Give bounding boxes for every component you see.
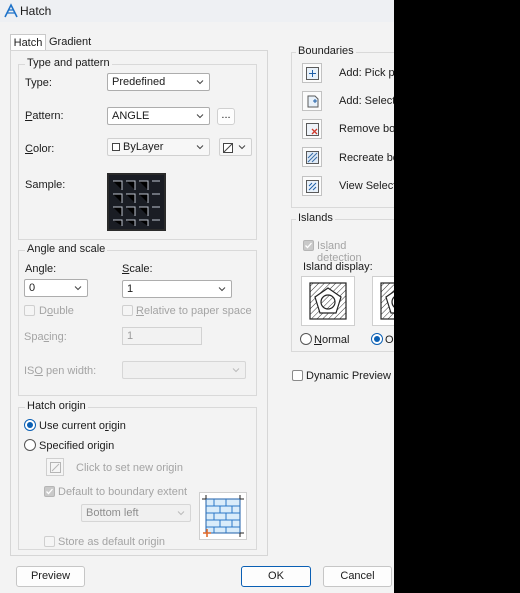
default-boundary-extent-label: Default to boundary extent (58, 486, 188, 498)
recreate-boundary-label: Recreate bou (339, 152, 394, 164)
hatch-app-icon (3, 3, 19, 19)
pick-points-icon (306, 67, 319, 83)
group-title: Hatch origin (25, 400, 88, 412)
group-title: Islands (296, 212, 335, 224)
chevron-down-icon (74, 284, 82, 292)
store-default-origin-label: Store as default origin (58, 536, 166, 548)
dynamic-preview-checkbox[interactable] (292, 370, 303, 381)
island-outer-radio[interactable] (371, 333, 383, 345)
chevron-down-icon (196, 78, 204, 86)
cancel-button[interactable]: Cancel (323, 566, 392, 587)
scale-value: 1 (127, 283, 134, 295)
sample-label: Sample: (25, 179, 66, 191)
select-objects-icon (306, 95, 319, 111)
island-normal-radio[interactable] (300, 333, 312, 345)
no-fill-icon (223, 142, 233, 158)
set-origin-button[interactable] (46, 458, 64, 476)
island-display-label: Island display: (303, 261, 373, 273)
specified-origin-radio[interactable] (24, 439, 36, 451)
preview-button[interactable]: Preview (16, 566, 85, 587)
hatch-tab-panel: Type and pattern Type: Predefined Patter… (10, 50, 268, 556)
use-current-origin-label: Use current origin (39, 420, 126, 432)
color-swatch-icon (112, 143, 120, 151)
scale-dropdown[interactable]: 1 (122, 280, 232, 298)
island-normal-thumbnail[interactable] (301, 276, 355, 326)
browse-pattern-button[interactable]: ... (217, 108, 235, 125)
store-default-origin-checkbox[interactable] (44, 536, 55, 547)
ok-button[interactable]: OK (241, 566, 311, 587)
background-color-dropdown[interactable] (219, 138, 252, 156)
iso-pen-width-dropdown[interactable] (122, 361, 246, 379)
pattern-value: ANGLE (112, 110, 150, 122)
use-current-origin-radio[interactable] (24, 419, 36, 431)
title-bar: Hatch (0, 0, 394, 22)
add-select-objects-label: Add: Select o (339, 95, 394, 107)
origin-position-dropdown[interactable]: Bottom left (81, 504, 191, 522)
color-label: Color: (25, 143, 55, 155)
angle-label: Angle: (25, 263, 57, 275)
chevron-down-icon (232, 366, 240, 374)
remove-boundaries-label: Remove bou (339, 123, 394, 135)
view-selections-button[interactable] (302, 176, 322, 196)
recreate-boundary-button[interactable] (302, 147, 322, 167)
iso-pen-width-label: ISO pen width: (24, 365, 97, 377)
group-title: Boundaries (296, 45, 356, 57)
relative-paper-space-checkbox[interactable] (122, 305, 133, 316)
island-normal-label: Normal (314, 334, 350, 346)
origin-preview-image (199, 492, 247, 540)
group-title: Type and pattern (25, 57, 112, 69)
chevron-down-icon (177, 509, 185, 517)
pattern-label: Pattern: (25, 110, 64, 122)
add-select-objects-button[interactable] (302, 91, 322, 111)
pattern-sample-swatch[interactable] (107, 173, 166, 231)
double-label: Double (39, 305, 74, 317)
pattern-dropdown[interactable]: ANGLE (107, 107, 210, 125)
chevron-down-icon (238, 143, 246, 151)
angle-dropdown[interactable]: 0 (24, 279, 88, 297)
recreate-boundary-icon (306, 151, 319, 167)
scale-label: Scale: (122, 263, 153, 275)
type-dropdown[interactable]: Predefined (107, 73, 210, 91)
window-title: Hatch (20, 4, 52, 18)
add-pick-points-label: Add: Pick po (339, 67, 394, 79)
click-set-origin-label: Click to set new origin (76, 462, 183, 474)
chevron-down-icon (196, 143, 204, 151)
color-value: ByLayer (123, 141, 164, 153)
remove-boundaries-button[interactable] (302, 119, 322, 139)
set-origin-icon (50, 462, 61, 476)
default-boundary-extent-checkbox[interactable] (44, 486, 55, 497)
view-selections-label: View Selectio (339, 180, 394, 192)
type-value: Predefined (112, 76, 166, 88)
chevron-down-icon (196, 112, 204, 120)
spacing-label: Spacing: (24, 331, 67, 343)
remove-boundaries-icon (306, 123, 319, 139)
spacing-input[interactable]: 1 (122, 327, 202, 345)
island-detection-checkbox[interactable] (303, 240, 314, 251)
origin-position-value: Bottom left (86, 507, 139, 519)
island-outer-thumbnail[interactable] (372, 276, 394, 326)
type-label: Type: (25, 77, 52, 89)
specified-origin-label: Specified origin (39, 440, 115, 452)
tab-gradient[interactable]: Gradient (49, 34, 91, 50)
hatch-dialog: Hatch Hatch Gradient Type and pattern Ty… (0, 0, 394, 593)
angle-value: 0 (29, 282, 36, 294)
spacing-value: 1 (127, 330, 134, 342)
double-checkbox[interactable] (24, 305, 35, 316)
view-selections-icon (306, 180, 319, 196)
group-title: Angle and scale (25, 243, 108, 255)
dynamic-preview-label: Dynamic Preview (306, 370, 391, 382)
add-pick-points-button[interactable] (302, 63, 322, 83)
island-outer-label: Ou (385, 334, 394, 346)
color-dropdown[interactable]: ByLayer (107, 138, 210, 156)
relative-paper-space-label: Relative to paper space (136, 305, 252, 317)
chevron-down-icon (218, 285, 226, 293)
tab-hatch[interactable]: Hatch (10, 34, 46, 51)
